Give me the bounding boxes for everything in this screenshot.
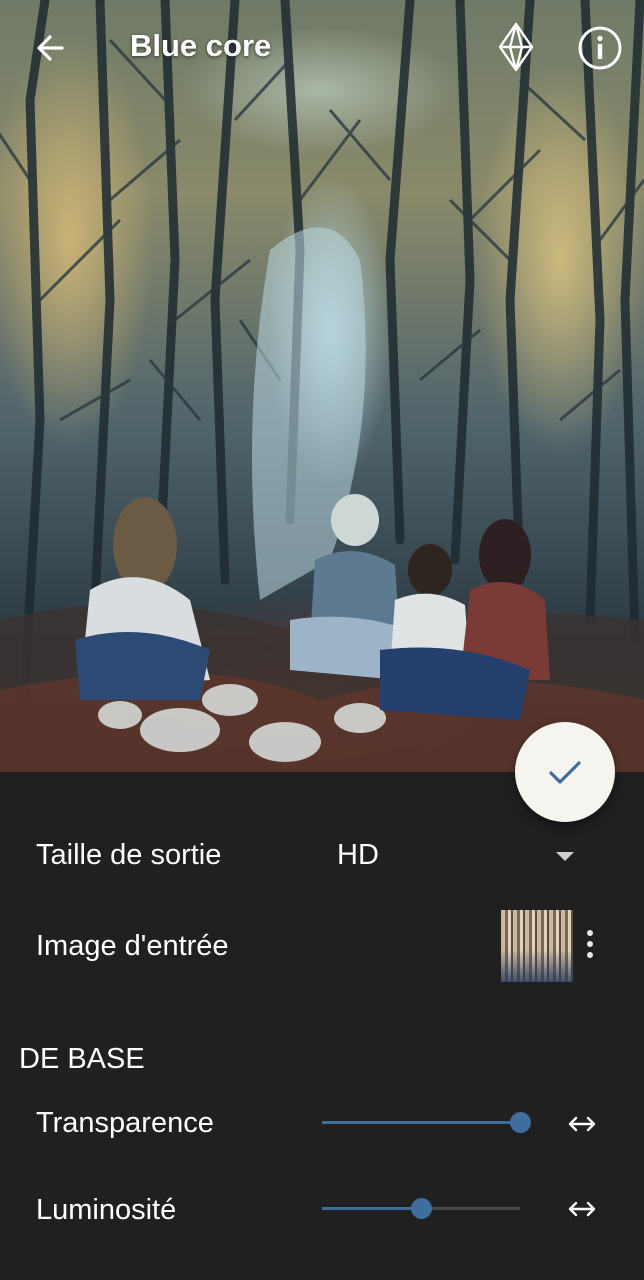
horizontal-arrows-icon <box>568 1201 596 1217</box>
app-bar: Blue core <box>0 0 644 96</box>
info-button[interactable] <box>575 23 625 73</box>
slider-fill <box>322 1121 520 1124</box>
more-vert-icon <box>580 930 600 958</box>
info-icon <box>578 26 622 70</box>
stylized-photo <box>0 0 644 772</box>
slider-label-brightness: Luminosité <box>36 1194 177 1226</box>
output-size-label: Taille de sortie <box>36 839 222 871</box>
page-title: Blue core <box>130 28 272 63</box>
horizontal-arrows-icon <box>568 1116 596 1132</box>
reset-brightness-button[interactable] <box>566 1199 598 1219</box>
reset-transparency-button[interactable] <box>566 1114 598 1134</box>
arrow-left-icon <box>37 35 64 61</box>
premium-button[interactable] <box>494 20 538 74</box>
slider-knob[interactable] <box>510 1112 531 1133</box>
slider-knob[interactable] <box>411 1198 432 1219</box>
slider-fill <box>322 1207 421 1210</box>
artwork-drawing <box>0 0 644 772</box>
settings-panel: Taille de sortie HD Image d'entrée DE BA… <box>0 772 644 1280</box>
more-options-button[interactable] <box>580 930 600 964</box>
transparency-slider[interactable] <box>322 1108 531 1138</box>
input-image-thumbnail[interactable] <box>501 910 573 982</box>
input-image-label: Image d'entrée <box>36 930 229 962</box>
output-size-value: HD <box>337 839 379 871</box>
section-title: DE BASE <box>19 1043 145 1075</box>
slider-label-transparency: Transparence <box>36 1107 214 1139</box>
dropdown-arrow-icon <box>556 852 574 861</box>
back-button[interactable] <box>28 26 72 70</box>
brightness-slider[interactable] <box>322 1194 520 1224</box>
diamond-icon <box>498 22 534 72</box>
